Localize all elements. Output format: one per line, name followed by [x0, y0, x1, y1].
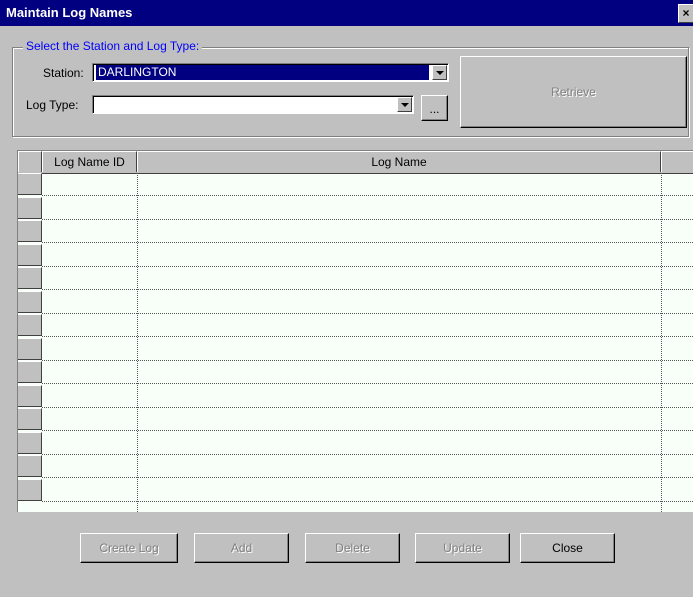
- row-header[interactable]: [18, 314, 42, 336]
- header-corner: [18, 151, 42, 172]
- row-header[interactable]: [18, 455, 42, 477]
- log-names-grid[interactable]: Log Name ID Log Name: [17, 150, 693, 512]
- station-label: Station:: [43, 66, 84, 80]
- row-header[interactable]: [18, 431, 42, 454]
- table-row[interactable]: [18, 220, 693, 243]
- station-dropdown[interactable]: DARLINGTON: [92, 63, 449, 82]
- table-row[interactable]: [18, 478, 693, 502]
- row-header[interactable]: [18, 243, 42, 266]
- retrieve-button[interactable]: Retrieve: [460, 56, 687, 128]
- station-dropdown-arrow-icon[interactable]: [432, 65, 447, 80]
- row-header[interactable]: [18, 290, 42, 313]
- row-header[interactable]: [18, 408, 42, 430]
- table-row[interactable]: [18, 408, 693, 431]
- log-type-dropdown-arrow-icon[interactable]: [397, 97, 412, 112]
- delete-button[interactable]: Delete: [305, 533, 400, 563]
- column-header-log-name-id[interactable]: Log Name ID: [42, 151, 137, 172]
- row-header[interactable]: [18, 384, 42, 407]
- row-header[interactable]: [18, 220, 42, 242]
- close-button[interactable]: Close: [520, 533, 615, 563]
- column-header-log-name[interactable]: Log Name: [137, 151, 661, 172]
- table-row[interactable]: [18, 384, 693, 408]
- row-header[interactable]: [18, 478, 42, 501]
- station-value: DARLINGTON: [96, 65, 429, 80]
- table-row[interactable]: [18, 314, 693, 337]
- table-row[interactable]: [18, 431, 693, 455]
- browse-log-type-button[interactable]: ...: [421, 95, 448, 121]
- table-row[interactable]: [18, 361, 693, 384]
- log-type-dropdown[interactable]: [92, 95, 414, 114]
- log-type-label: Log Type:: [26, 98, 79, 112]
- update-button[interactable]: Update: [415, 533, 510, 563]
- table-row[interactable]: [18, 455, 693, 478]
- title-bar: Maintain Log Names ×: [0, 0, 693, 26]
- grid-header: Log Name ID Log Name: [18, 151, 693, 174]
- table-row[interactable]: [18, 267, 693, 290]
- column-header-blank: [661, 151, 693, 172]
- table-row[interactable]: [18, 196, 693, 220]
- log-type-value: [96, 97, 100, 112]
- row-header[interactable]: [18, 267, 42, 289]
- row-header[interactable]: [18, 196, 42, 219]
- table-row[interactable]: [18, 243, 693, 267]
- create-log-button[interactable]: Create Log: [80, 533, 178, 563]
- row-divider: [42, 500, 693, 502]
- window-title: Maintain Log Names: [6, 5, 133, 20]
- table-row[interactable]: [18, 290, 693, 314]
- row-header[interactable]: [18, 361, 42, 383]
- add-button[interactable]: Add: [194, 533, 289, 563]
- groupbox-legend: Select the Station and Log Type:: [23, 39, 203, 53]
- row-header[interactable]: [18, 173, 42, 195]
- table-row[interactable]: [18, 337, 693, 361]
- close-window-button[interactable]: ×: [678, 4, 693, 23]
- table-row[interactable]: [18, 173, 693, 196]
- row-header[interactable]: [18, 337, 42, 360]
